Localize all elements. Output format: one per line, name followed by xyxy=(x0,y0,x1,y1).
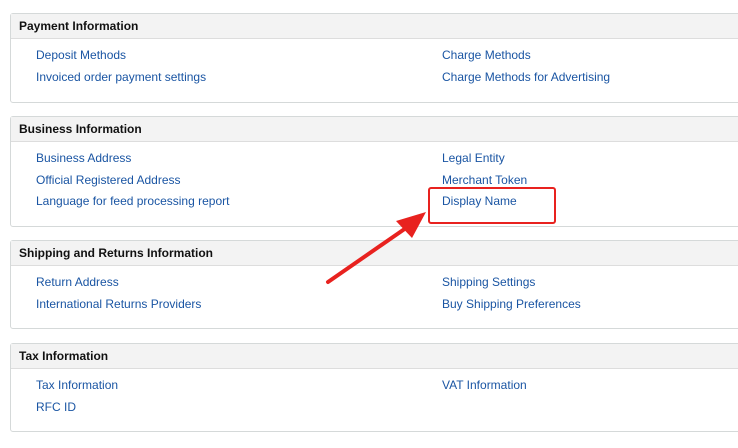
panel-title: Business Information xyxy=(11,117,738,142)
panel-title: Payment Information xyxy=(11,14,738,39)
legal-entity-link[interactable]: Legal Entity xyxy=(442,151,505,165)
tax-information-panel: Tax Information Tax Information RFC ID V… xyxy=(10,343,738,432)
charge-methods-link[interactable]: Charge Methods xyxy=(442,48,531,62)
business-information-panel: Business Information Business Address Of… xyxy=(10,116,738,227)
payment-information-panel: Payment Information Deposit Methods Invo… xyxy=(10,13,738,103)
deposit-methods-link[interactable]: Deposit Methods xyxy=(36,48,126,62)
vat-information-link[interactable]: VAT Information xyxy=(442,378,527,392)
annotation-highlight-box xyxy=(428,187,556,224)
buy-shipping-preferences-link[interactable]: Buy Shipping Preferences xyxy=(442,297,581,311)
business-address-link[interactable]: Business Address xyxy=(36,151,131,165)
shipping-returns-panel: Shipping and Returns Information Return … xyxy=(10,240,738,329)
rfc-id-link[interactable]: RFC ID xyxy=(36,400,76,414)
official-registered-address-link[interactable]: Official Registered Address xyxy=(36,173,181,187)
language-feed-processing-report-link[interactable]: Language for feed processing report xyxy=(36,194,229,208)
invoiced-order-payment-settings-link[interactable]: Invoiced order payment settings xyxy=(36,70,206,84)
panel-title: Tax Information xyxy=(11,344,738,369)
return-address-link[interactable]: Return Address xyxy=(36,275,119,289)
charge-methods-advertising-link[interactable]: Charge Methods for Advertising xyxy=(442,70,610,84)
international-returns-providers-link[interactable]: International Returns Providers xyxy=(36,297,201,311)
shipping-settings-link[interactable]: Shipping Settings xyxy=(442,275,535,289)
settings-page: Payment Information Deposit Methods Invo… xyxy=(0,0,738,448)
tax-information-link[interactable]: Tax Information xyxy=(36,378,118,392)
merchant-token-link[interactable]: Merchant Token xyxy=(442,173,527,187)
panel-title: Shipping and Returns Information xyxy=(11,241,738,266)
